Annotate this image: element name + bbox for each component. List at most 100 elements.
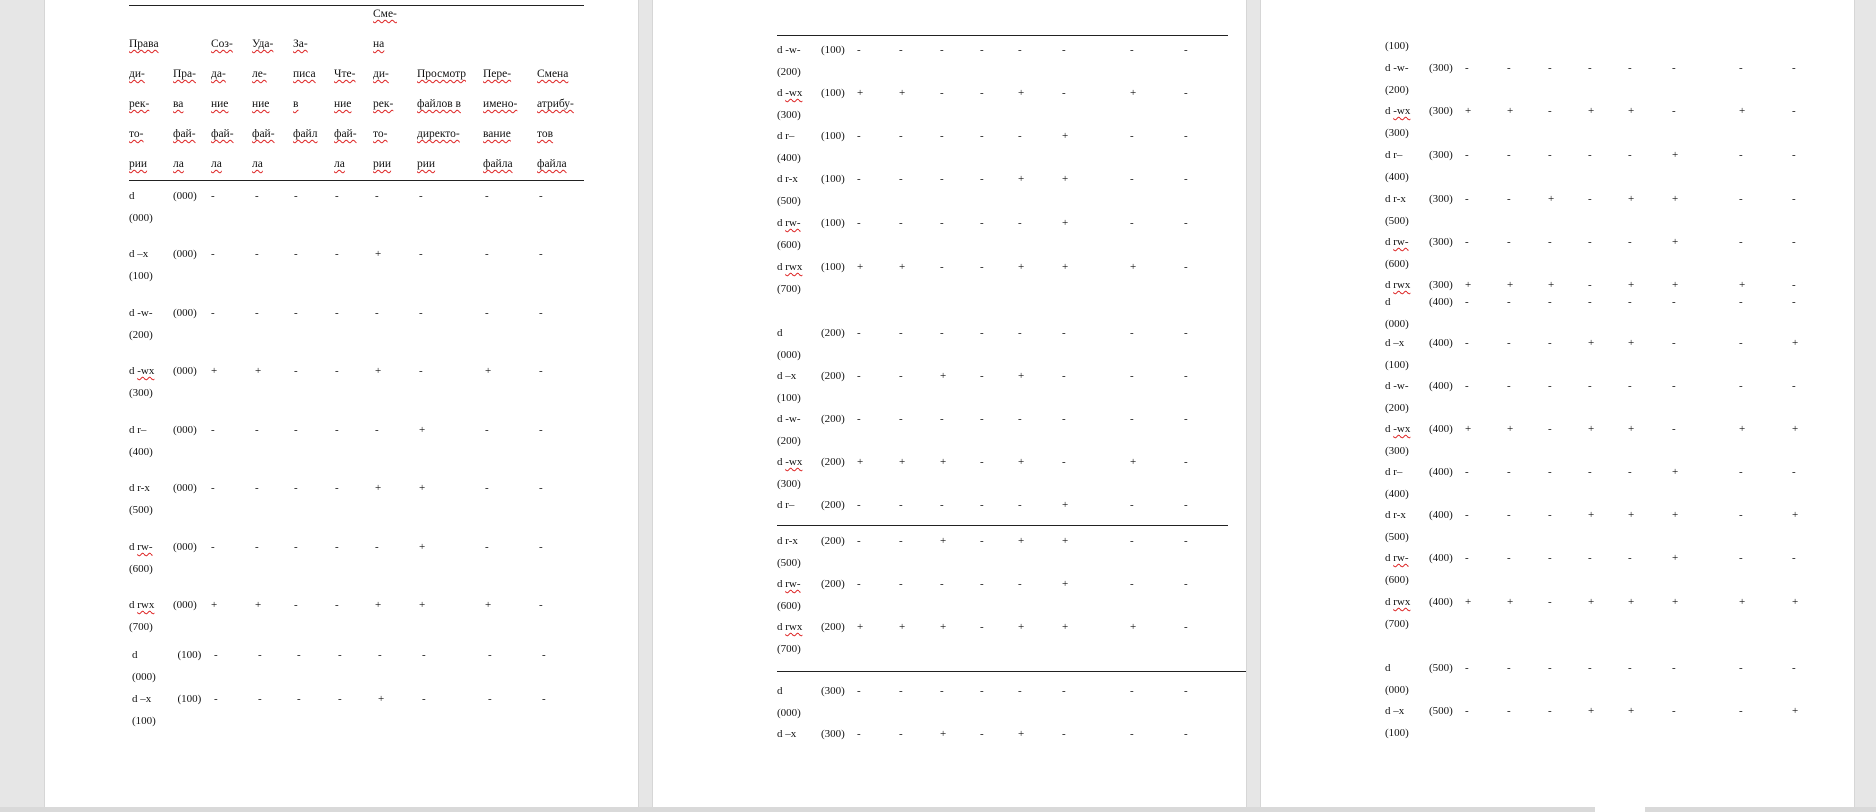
- directory-permission: d -w-: [1385, 62, 1409, 74]
- column-header-10: атрибу-: [537, 98, 574, 110]
- permission-result-cell: +: [1792, 705, 1799, 717]
- permission-result-cell: -: [1507, 552, 1511, 564]
- permission-result-cell: -: [1739, 662, 1743, 674]
- permission-result-cell: +: [1018, 173, 1025, 185]
- directory-permission: d -wx: [129, 365, 155, 377]
- file-permission: (300): [1429, 105, 1453, 117]
- column-header-2: фай-: [173, 128, 196, 140]
- octal-code: (600): [777, 600, 801, 612]
- permission-result-cell: -: [375, 541, 379, 553]
- permission-result-cell: -: [539, 482, 543, 494]
- file-permission: (000): [173, 307, 197, 319]
- permission-result-cell: -: [980, 87, 984, 99]
- column-header-1: ди-: [129, 68, 145, 80]
- file-permission: (200): [821, 578, 845, 590]
- file-permission: (100): [821, 44, 845, 56]
- permission-result-cell: +: [1018, 728, 1025, 740]
- permission-result-cell: -: [1548, 705, 1552, 717]
- permission-result-cell: -: [857, 173, 861, 185]
- permission-result-cell: -: [1184, 578, 1188, 590]
- permission-result-cell: -: [1739, 705, 1743, 717]
- permission-result-cell: -: [1739, 337, 1743, 349]
- permission-result-cell: -: [899, 685, 903, 697]
- permission-result-cell: -: [419, 365, 423, 377]
- permission-result-cell: +: [1507, 596, 1514, 608]
- file-permission: (300): [821, 728, 845, 740]
- column-header-3: фай-: [211, 128, 234, 140]
- file-permission: (300): [1429, 149, 1453, 161]
- permission-result-cell: -: [857, 685, 861, 697]
- permission-result-cell: -: [1588, 466, 1592, 478]
- permission-result-cell: +: [1672, 279, 1679, 291]
- permission-result-cell: -: [335, 541, 339, 553]
- permission-result-cell: -: [980, 327, 984, 339]
- file-permission: (300): [1429, 279, 1453, 291]
- column-header-9: имено-: [483, 98, 518, 110]
- permission-result-cell: -: [335, 482, 339, 494]
- permission-result-cell: -: [899, 413, 903, 425]
- permission-result-cell: -: [940, 413, 944, 425]
- file-permission: (400): [1429, 509, 1453, 521]
- permission-result-cell: -: [980, 173, 984, 185]
- permission-result-cell: -: [940, 499, 944, 511]
- permission-result-cell: -: [1062, 370, 1066, 382]
- column-header-3: Соз-: [211, 38, 233, 50]
- octal-code: (000): [1385, 318, 1409, 330]
- column-header-7: Сме-: [373, 8, 397, 20]
- column-header-6: ние: [334, 98, 352, 110]
- directory-permission: d –x: [777, 728, 797, 740]
- permission-result-cell: +: [899, 87, 906, 99]
- permission-result-cell: -: [1672, 380, 1676, 392]
- permission-result-cell: -: [1465, 62, 1469, 74]
- permission-result-cell: -: [1507, 149, 1511, 161]
- permission-result-cell: -: [1548, 662, 1552, 674]
- directory-permission: d r-x: [1385, 193, 1406, 205]
- file-permission: (500): [1429, 662, 1453, 674]
- file-permission: (100): [821, 217, 845, 229]
- permission-result-cell: -: [1628, 149, 1632, 161]
- permission-result-cell: -: [980, 728, 984, 740]
- permission-result-cell: +: [1672, 596, 1679, 608]
- permission-result-cell: -: [980, 578, 984, 590]
- permission-result-cell: -: [1184, 130, 1188, 142]
- permission-result-cell: -: [1548, 337, 1552, 349]
- column-header-2: ла: [173, 158, 184, 170]
- file-permission: (000): [173, 424, 197, 436]
- permission-result-cell: -: [1548, 509, 1552, 521]
- directory-permission: d: [1385, 662, 1391, 674]
- file-permission: (000): [173, 599, 197, 611]
- permission-result-cell: -: [1184, 261, 1188, 273]
- scrollbar-thumb[interactable]: [1595, 807, 1645, 812]
- permission-result-cell: -: [1018, 578, 1022, 590]
- octal-code: (500): [129, 504, 153, 516]
- octal-code: (100): [1385, 40, 1409, 52]
- permission-result-cell: -: [255, 482, 259, 494]
- octal-code: (200): [129, 329, 153, 341]
- permission-result-cell: +: [211, 365, 218, 377]
- directory-permission: d r–: [777, 499, 795, 511]
- document-page-1: Права ди-рек-то-рии Пра-ва фай-ла Соз-да-ние…: [45, 0, 638, 812]
- column-header-4: ла: [252, 158, 263, 170]
- permission-result-cell: +: [857, 456, 864, 468]
- permission-result-cell: -: [335, 190, 339, 202]
- permission-result-cell: +: [1062, 130, 1069, 142]
- permission-result-cell: -: [1588, 62, 1592, 74]
- permission-result-cell: -: [1184, 728, 1188, 740]
- permission-result-cell: -: [1018, 499, 1022, 511]
- permission-result-cell: +: [1018, 535, 1025, 547]
- directory-permission: d rw-: [1385, 236, 1409, 248]
- octal-code: (000): [132, 671, 156, 683]
- permission-result-cell: -: [1130, 413, 1134, 425]
- file-permission: (300): [1429, 236, 1453, 248]
- horizontal-scrollbar[interactable]: [0, 807, 1876, 812]
- octal-code: (000): [777, 349, 801, 361]
- permission-result-cell: +: [1130, 261, 1137, 273]
- permission-result-cell: -: [258, 649, 262, 661]
- permission-result-cell: -: [211, 248, 215, 260]
- permission-result-cell: -: [539, 541, 543, 553]
- permission-result-cell: -: [899, 327, 903, 339]
- permission-result-cell: -: [980, 44, 984, 56]
- column-header-5: писа: [293, 68, 316, 80]
- permission-result-cell: +: [1062, 621, 1069, 633]
- permission-result-cell: -: [1184, 456, 1188, 468]
